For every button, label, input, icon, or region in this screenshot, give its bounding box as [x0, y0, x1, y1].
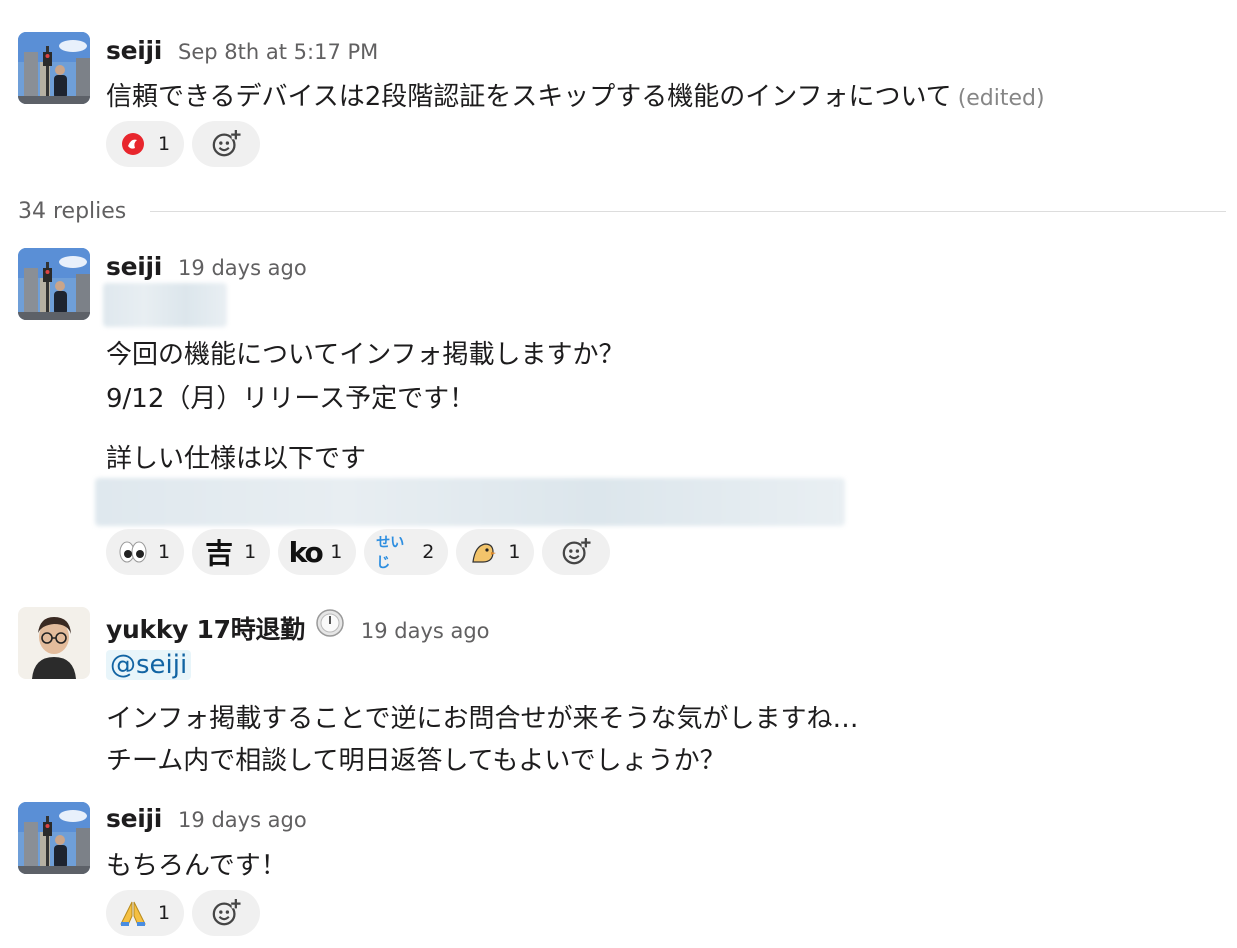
- reaction-pill[interactable]: 1: [456, 529, 535, 575]
- message-line: 詳しい仕様は以下です: [106, 444, 367, 474]
- divider-line: [150, 210, 1226, 212]
- message-line: インフォ掲載することで逆にお問合せが来そうな気がしますね…: [106, 704, 859, 734]
- author-name[interactable]: seiji: [106, 36, 162, 65]
- reactions-bar: 1 吉 1 ko 1 せいじ 2 1: [106, 529, 611, 575]
- red-brand-emoji-icon: [118, 129, 148, 159]
- reaction-count: 1: [330, 541, 343, 563]
- message-line: @seiji: [106, 650, 192, 680]
- reaction-pill[interactable]: 1: [106, 890, 185, 936]
- replies-divider: 34 replies: [18, 196, 1226, 226]
- bird-emoji-icon: [468, 537, 498, 567]
- eyes-emoji-icon: [118, 537, 148, 567]
- message-line: 今回の機能についてインフォ掲載しますか？: [106, 340, 625, 370]
- add-reaction-icon: [211, 898, 241, 928]
- reaction-count: 1: [158, 133, 171, 155]
- replies-count: 34 replies: [18, 198, 127, 224]
- ko-emoji-icon: ko: [288, 535, 324, 569]
- reaction-count: 1: [158, 541, 171, 563]
- add-reaction-button[interactable]: [192, 890, 261, 936]
- reaction-count: 2: [422, 541, 435, 563]
- redacted-link[interactable]: [95, 478, 845, 526]
- message-body: 信頼できるデバイスは2段階認証をスキップする機能のインフォについて: [106, 82, 952, 112]
- message-text: 信頼できるデバイスは2段階認証をスキップする機能のインフォについて (edited…: [106, 76, 1045, 113]
- author-name[interactable]: seiji: [106, 804, 162, 833]
- kichi-emoji-icon: 吉: [205, 537, 234, 570]
- reaction-count: 1: [508, 541, 521, 563]
- timestamp[interactable]: 19 days ago: [178, 256, 307, 280]
- seiji-emoji-icon: せいじ: [376, 535, 405, 571]
- avatar[interactable]: [18, 32, 90, 104]
- edited-label: (edited): [957, 86, 1045, 111]
- status-clock-icon: [315, 608, 345, 638]
- reaction-pill[interactable]: ko 1: [278, 529, 357, 575]
- add-reaction-icon: [561, 537, 591, 567]
- avatar[interactable]: [18, 607, 90, 679]
- reaction-pill[interactable]: 1: [106, 529, 185, 575]
- reaction-pill[interactable]: 1: [106, 121, 185, 167]
- reaction-count: 1: [244, 541, 257, 563]
- reactions-bar: 1: [106, 890, 261, 936]
- author-name[interactable]: seiji: [106, 252, 162, 281]
- timestamp[interactable]: 19 days ago: [178, 808, 307, 832]
- author-name[interactable]: yukky 17時退勤: [106, 610, 305, 646]
- avatar[interactable]: [18, 802, 90, 874]
- message-line: チーム内で相談して明日返答してもよいでしょうか？: [106, 746, 726, 776]
- timestamp[interactable]: Sep 8th at 5:17 PM: [178, 40, 378, 64]
- redacted-mention: [103, 283, 227, 327]
- reaction-pill[interactable]: せいじ 2: [364, 529, 449, 575]
- reaction-count: 1: [158, 902, 171, 924]
- message-line: 9/12（月）リリース予定です！: [106, 384, 476, 414]
- add-reaction-button[interactable]: [542, 529, 611, 575]
- timestamp[interactable]: 19 days ago: [361, 619, 490, 643]
- add-reaction-button[interactable]: [192, 121, 261, 167]
- pray-emoji-icon: [118, 898, 148, 928]
- reactions-bar: 1: [106, 121, 261, 167]
- avatar[interactable]: [18, 248, 90, 320]
- user-mention-link[interactable]: @seiji: [106, 650, 192, 680]
- add-reaction-icon: [211, 129, 241, 159]
- reaction-pill[interactable]: 吉 1: [192, 529, 271, 575]
- message-line: もちろんです！: [106, 851, 287, 881]
